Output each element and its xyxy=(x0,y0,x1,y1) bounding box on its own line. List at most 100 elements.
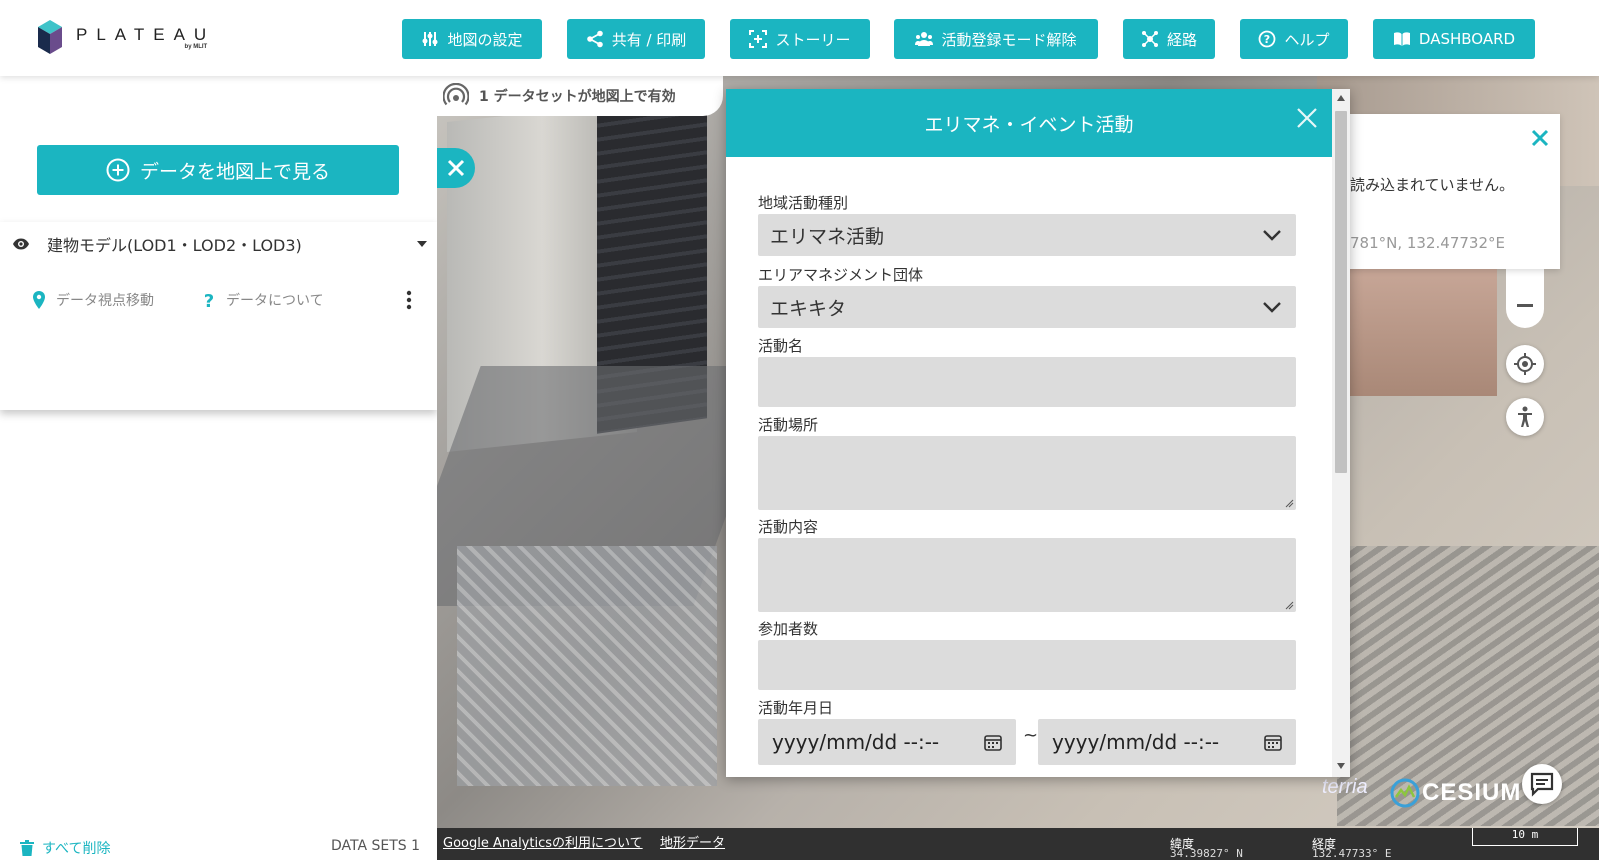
add-data-button[interactable]: データを地図上で見る xyxy=(37,145,399,195)
broadcast-icon xyxy=(443,83,469,106)
org-label: エリアマネジメント団体 xyxy=(758,266,924,284)
dataset-about-button[interactable]: ? データについて xyxy=(202,290,324,310)
person-icon xyxy=(1518,406,1532,427)
date-start-input[interactable]: yyyy/mm/dd --:-- xyxy=(758,719,1016,765)
activity-mode-off-label: 活動登録モード解除 xyxy=(941,30,1077,49)
logo-word: PLATEAU xyxy=(76,24,216,44)
scroll-down-arrow-icon[interactable] xyxy=(1336,762,1346,770)
dataset-move-view-label: データ視点移動 xyxy=(56,293,154,309)
activity-place-label: 活動場所 xyxy=(758,416,819,434)
latitude-value: 34.39827° N xyxy=(1170,847,1243,860)
feedback-button[interactable] xyxy=(1522,764,1562,804)
chevron-down-icon xyxy=(1263,230,1281,241)
users-icon xyxy=(915,32,934,46)
resize-grip-icon[interactable] xyxy=(1284,600,1294,610)
story-label: ストーリー xyxy=(775,30,851,49)
scroll-up-arrow-icon[interactable] xyxy=(1336,94,1346,102)
zoom-out-button[interactable] xyxy=(1506,262,1544,328)
share-print-button[interactable]: 共有 / 印刷 xyxy=(567,19,705,59)
org-value: エキキタ xyxy=(770,297,847,320)
calendar-icon[interactable] xyxy=(1264,733,1282,751)
feature-info-coords: 781°N, 132.47732°E xyxy=(1350,234,1505,252)
help-icon: ? xyxy=(1259,30,1276,48)
help-button[interactable]: ? ヘルプ xyxy=(1240,19,1348,59)
close-icon xyxy=(447,159,465,177)
dataset-move-view-button[interactable]: データ視点移動 xyxy=(32,290,154,310)
activity-place-textarea[interactable] xyxy=(758,436,1296,510)
chat-icon xyxy=(1530,772,1554,797)
active-datasets-text: 1 データセットが地図上で有効 xyxy=(479,89,676,105)
more-options-icon[interactable] xyxy=(406,290,412,310)
dialog-header: エリマネ・イベント活動 xyxy=(726,89,1332,157)
org-select[interactable]: エキキタ xyxy=(758,286,1296,328)
plateau-logo-icon xyxy=(38,20,62,54)
book-icon xyxy=(1393,32,1410,46)
close-icon[interactable] xyxy=(1296,107,1318,129)
calendar-icon[interactable] xyxy=(984,733,1002,751)
crosshair-icon xyxy=(1514,353,1536,375)
eye-icon[interactable] xyxy=(12,235,30,253)
caret-down-icon[interactable] xyxy=(417,239,427,249)
dialog-scrollbar[interactable] xyxy=(1332,89,1350,777)
scrollbar-thumb[interactable] xyxy=(1335,111,1347,473)
dataset-name[interactable]: 建物モデル(LOD1・LOD2・LOD3) xyxy=(47,232,417,256)
map-pin-icon xyxy=(33,291,45,309)
svg-text:?: ? xyxy=(204,291,214,309)
cesium-icon xyxy=(1390,778,1420,808)
activity-type-value: エリマネ活動 xyxy=(770,225,885,248)
activity-name-label: 活動名 xyxy=(758,337,804,355)
map-parking xyxy=(457,546,717,786)
my-location-button[interactable] xyxy=(1506,345,1544,383)
workbench-footer: すべて削除 DATA SETS 1 xyxy=(20,838,420,860)
delete-all-button[interactable]: すべて削除 xyxy=(20,838,110,858)
terria-logo[interactable]: terria xyxy=(1322,776,1368,799)
dashboard-label: DASHBOARD xyxy=(1418,30,1516,48)
cesium-logo[interactable]: CESIUM xyxy=(1390,778,1521,808)
activity-name-input[interactable] xyxy=(758,357,1296,407)
active-datasets-status: 1 データセットが地図上で有効 xyxy=(437,76,723,116)
minus-icon xyxy=(1517,304,1533,307)
dataset-row: 建物モデル(LOD1・LOD2・LOD3) xyxy=(12,230,427,258)
plus-circle-icon xyxy=(106,158,130,182)
analytics-link[interactable]: Google Analyticsの利用について xyxy=(443,832,643,851)
activity-type-select[interactable]: エリマネ活動 xyxy=(758,214,1296,256)
workbench-panel: データを地図上で見る 建物モデル(LOD1・LOD2・LOD3) データ視点移動… xyxy=(0,76,437,860)
activity-mode-off-button[interactable]: 活動登録モード解除 xyxy=(894,19,1098,59)
delete-all-label: すべて削除 xyxy=(42,841,111,857)
participants-input[interactable] xyxy=(758,640,1296,690)
dataset-actions: データ視点移動 ? データについて xyxy=(32,288,412,312)
feature-info-message: 読み込まれていません。 xyxy=(1350,176,1515,194)
dashboard-button[interactable]: DASHBOARD xyxy=(1373,19,1535,59)
close-icon[interactable] xyxy=(1530,128,1550,148)
story-icon xyxy=(749,30,768,48)
top-bar: PLATEAU by MLIT 地図の設定 共有 / 印刷 ストーリー 活動登録… xyxy=(0,0,1599,76)
route-icon xyxy=(1141,31,1158,47)
date-range-separator: ~ xyxy=(1023,725,1039,746)
resize-grip-icon[interactable] xyxy=(1284,498,1294,508)
pedestrian-mode-button[interactable] xyxy=(1506,398,1544,436)
add-data-label: データを地図上で見る xyxy=(139,160,330,183)
share-icon xyxy=(586,30,603,48)
dataset-about-label: データについて xyxy=(226,293,324,309)
story-button[interactable]: ストーリー xyxy=(730,19,870,59)
share-print-label: 共有 / 印刷 xyxy=(611,30,687,49)
dialog-title: エリマネ・イベント活動 xyxy=(924,113,1134,136)
plateau-logo[interactable]: PLATEAU by MLIT xyxy=(36,18,215,56)
map-status-bar: Google Analyticsの利用について 地形データ 緯度 34.3982… xyxy=(437,828,1599,860)
map-settings-label: 地図の設定 xyxy=(447,30,523,49)
participants-label: 参加者数 xyxy=(758,620,819,638)
svg-text:?: ? xyxy=(1264,33,1270,46)
logo-subtitle: by MLIT xyxy=(184,43,208,50)
map-settings-button[interactable]: 地図の設定 xyxy=(402,19,542,59)
activity-form-dialog: エリマネ・イベント活動 地域活動種別 エリマネ活動 エリアマネジメント団体 エキ… xyxy=(726,89,1350,777)
route-button[interactable]: 経路 xyxy=(1123,19,1215,59)
date-end-input[interactable]: yyyy/mm/dd --:-- xyxy=(1038,719,1296,765)
feature-info-panel: 読み込まれていません。 781°N, 132.47732°E xyxy=(1330,114,1560,269)
terrain-data-link[interactable]: 地形データ xyxy=(660,832,725,851)
route-label: 経路 xyxy=(1166,30,1197,49)
activity-type-label: 地域活動種別 xyxy=(758,194,849,212)
datasets-count: DATA SETS 1 xyxy=(330,838,420,854)
longitude-value: 132.47733° E xyxy=(1312,847,1392,860)
activity-content-textarea[interactable] xyxy=(758,538,1296,612)
sliders-icon xyxy=(422,32,438,46)
